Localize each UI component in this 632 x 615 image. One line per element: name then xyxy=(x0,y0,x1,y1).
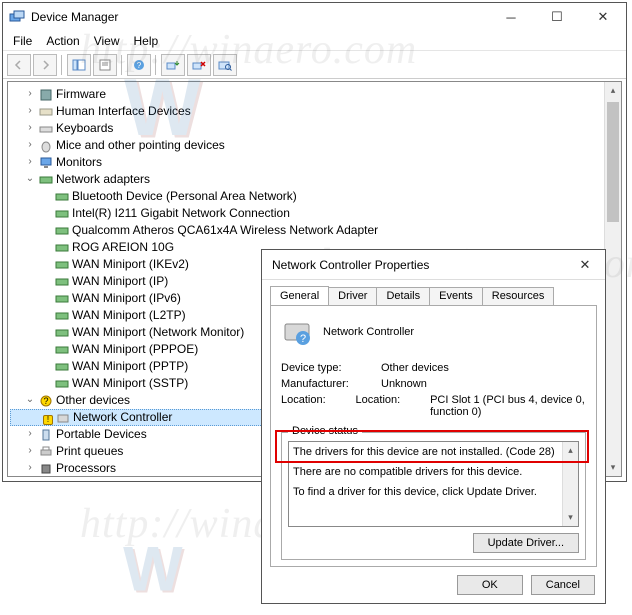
device-status-text[interactable]: The drivers for this device are not inst… xyxy=(288,441,579,527)
minimize-button[interactable]: ─ xyxy=(488,3,534,31)
svg-text:?: ? xyxy=(43,396,48,406)
tree-category-monitors[interactable]: ›Monitors xyxy=(10,154,619,171)
printer-icon xyxy=(39,445,53,459)
tab-general[interactable]: General xyxy=(270,286,329,305)
back-button[interactable] xyxy=(7,54,31,76)
tree-category-hid[interactable]: ›Human Interface Devices xyxy=(10,103,619,120)
update-driver-toolbar-button[interactable] xyxy=(161,54,185,76)
warning-icon: ! xyxy=(43,415,53,425)
scroll-down-button[interactable]: ▾ xyxy=(605,459,621,476)
network-adapter-icon xyxy=(55,360,69,374)
network-adapter-icon xyxy=(55,377,69,391)
network-adapter-icon xyxy=(55,224,69,238)
close-button[interactable]: ✕ xyxy=(580,3,626,31)
network-adapter-icon xyxy=(39,173,53,187)
app-icon xyxy=(9,9,25,25)
tree-item-network-adapter[interactable]: Qualcomm Atheros QCA61x4A Wireless Netwo… xyxy=(10,222,619,239)
device-status-legend: Device status xyxy=(288,425,362,437)
keyboard-icon xyxy=(39,122,53,136)
svg-text:?: ? xyxy=(137,61,142,70)
firmware-icon xyxy=(39,88,53,102)
window-title: Device Manager xyxy=(31,10,488,24)
tab-resources[interactable]: Resources xyxy=(482,287,555,306)
svg-text:W: W xyxy=(125,540,185,607)
cancel-button[interactable]: Cancel xyxy=(531,575,595,595)
dialog-title: Network Controller Properties xyxy=(268,258,565,272)
toolbar: ? xyxy=(3,51,626,79)
device-header: ? Network Controller xyxy=(281,316,586,348)
scrollbar-thumb[interactable] xyxy=(607,102,619,222)
tree-item-network-adapter[interactable]: Bluetooth Device (Personal Area Network) xyxy=(10,188,619,205)
portable-devices-icon xyxy=(39,428,53,442)
update-driver-button[interactable]: Update Driver... xyxy=(473,533,579,553)
scroll-up-button[interactable]: ▴ xyxy=(605,82,621,99)
network-adapter-icon xyxy=(55,207,69,221)
tab-details[interactable]: Details xyxy=(376,287,430,306)
tree-category-mice[interactable]: ›Mice and other pointing devices xyxy=(10,137,619,154)
tree-scrollbar[interactable]: ▴ ▾ xyxy=(604,82,621,476)
svg-text:W: W xyxy=(123,540,183,604)
network-adapter-icon xyxy=(55,309,69,323)
device-name: Network Controller xyxy=(323,326,414,338)
network-adapter-icon xyxy=(55,190,69,204)
unknown-device-icon xyxy=(56,411,70,425)
menu-action[interactable]: Action xyxy=(40,33,85,49)
processor-icon xyxy=(39,462,53,476)
toolbar-separator xyxy=(121,55,123,75)
tab-panel-general: ? Network Controller Device type:Other d… xyxy=(270,305,597,567)
scan-hardware-button[interactable] xyxy=(213,54,237,76)
tab-events[interactable]: Events xyxy=(429,287,483,306)
network-adapter-icon xyxy=(55,275,69,289)
row-device-type: Device type:Other devices xyxy=(281,362,586,374)
svg-text:?: ? xyxy=(300,333,306,345)
maximize-button[interactable]: ☐ xyxy=(534,3,580,31)
dialog-tabs: General Driver Details Events Resources xyxy=(262,280,605,305)
titlebar: Device Manager ─ ☐ ✕ xyxy=(3,3,626,31)
tree-item-network-adapter[interactable]: Intel(R) I211 Gigabit Network Connection xyxy=(10,205,619,222)
menu-file[interactable]: File xyxy=(7,33,38,49)
tree-category-keyboards[interactable]: ›Keyboards xyxy=(10,120,619,137)
network-adapter-icon xyxy=(55,326,69,340)
menubar: File Action View Help xyxy=(3,31,626,51)
toolbar-separator xyxy=(61,55,63,75)
show-hide-tree-button[interactable] xyxy=(67,54,91,76)
properties-toolbar-button[interactable] xyxy=(93,54,117,76)
tab-driver[interactable]: Driver xyxy=(328,287,377,306)
ok-button[interactable]: OK xyxy=(457,575,523,595)
tree-category-firmware[interactable]: ›Firmware xyxy=(10,86,619,103)
network-adapter-icon xyxy=(55,258,69,272)
dialog-close-button[interactable]: ✕ xyxy=(565,251,605,279)
row-manufacturer: Manufacturer:Unknown xyxy=(281,378,586,390)
toolbar-separator xyxy=(155,55,157,75)
properties-dialog: Network Controller Properties ✕ General … xyxy=(261,249,606,604)
network-adapter-icon xyxy=(55,241,69,255)
monitor-icon xyxy=(39,156,53,170)
network-adapter-icon xyxy=(55,292,69,306)
forward-button[interactable] xyxy=(33,54,57,76)
status-scrollbar[interactable]: ▴▾ xyxy=(562,442,578,526)
window-buttons: ─ ☐ ✕ xyxy=(488,3,626,31)
device-status-group: Device status The drivers for this devic… xyxy=(281,432,586,560)
hid-icon xyxy=(39,105,53,119)
row-location: Location:Location:PCI Slot 1 (PCI bus 4,… xyxy=(281,394,586,418)
tree-category-network[interactable]: ⌄Network adapters xyxy=(10,171,619,188)
dialog-buttons: OK Cancel xyxy=(262,575,605,605)
menu-help[interactable]: Help xyxy=(128,33,165,49)
dialog-titlebar: Network Controller Properties ✕ xyxy=(262,250,605,280)
mouse-icon xyxy=(39,139,53,153)
menu-view[interactable]: View xyxy=(88,33,126,49)
help-toolbar-button[interactable]: ? xyxy=(127,54,151,76)
uninstall-toolbar-button[interactable] xyxy=(187,54,211,76)
network-adapter-icon xyxy=(55,343,69,357)
watermark-logo: WW xyxy=(120,540,190,610)
other-devices-icon: ? xyxy=(39,394,53,408)
device-icon-large: ? xyxy=(281,316,313,348)
